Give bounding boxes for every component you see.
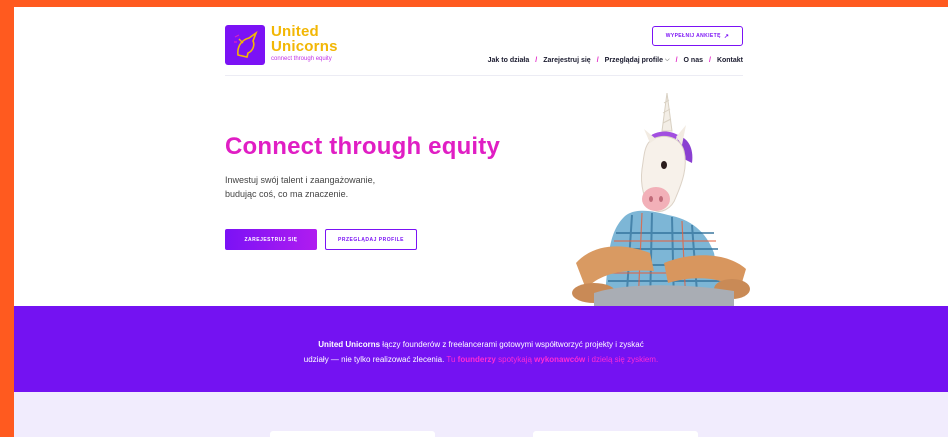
nav-item-register[interactable]: Zarejestruj się [543,57,590,64]
brand-logo[interactable]: United Unicorns connect through equity [271,24,338,62]
intro-highlight-founders: founderzy [457,355,496,364]
register-button[interactable]: ZAREJESTRUJ SIĘ [225,229,317,250]
main-nav: Jak to działa / Zarejestruj się / Przegl… [488,57,743,64]
nav-separator: / [675,57,678,64]
external-link-icon: ↗ [723,33,730,40]
landing-page: United Unicorns connect through equity W… [14,7,948,437]
site-header: United Unicorns connect through equity W… [225,24,743,76]
intro-highlight-part: Tu [446,355,458,364]
feature-card[interactable] [533,431,698,437]
intro-highlight-part: i dzielą się zyskiem. [585,355,659,364]
nav-item-browse-profiles[interactable]: Przeglądaj profile [605,57,663,64]
nav-item-about[interactable]: O nas [684,57,703,64]
fill-survey-label: WYPEŁNIJ ANKIETĘ [665,33,721,39]
hero-subtitle-line1: Inwestuj swój talent i zaangażowanie, [225,175,376,185]
intro-highlight: Tu founderzy spotykają wykonawców i dzie… [446,355,658,364]
intro-text-line1: łączy founderów z freelancerami gotowymi… [380,340,644,349]
intro-highlight-contractors: wykonawców [534,355,586,364]
brand-tagline: connect through equity [271,56,332,62]
intro-text-line2: udziały — nie tylko realizować zlecenia. [303,355,447,364]
unicorn-logo-icon[interactable] [225,25,265,65]
intro-band-text: United Unicorns łączy founderów z freela… [14,337,948,367]
nav-item-contact[interactable]: Kontakt [717,57,743,64]
fill-survey-button[interactable]: WYPEŁNIJ ANKIETĘ ↗ [652,26,743,46]
nav-separator: / [708,57,711,64]
nav-item-how-it-works[interactable]: Jak to działa [488,57,530,64]
nav-separator: / [596,57,599,64]
nav-separator: / [535,57,538,64]
intro-highlight-part: spotykają [495,355,535,364]
hero-title: Connect through equity [225,133,501,160]
unicorn-man-illustration [572,93,750,306]
browse-profiles-button[interactable]: PRZEGLĄDAJ PROFILE [325,229,417,250]
chevron-down-icon[interactable]: ⌵ [665,57,670,64]
hero-subtitle-line2: budując coś, co ma znaczenie. [225,189,349,199]
brand-name-line1: United [271,23,319,40]
feature-card[interactable] [270,431,435,437]
intro-brand-name: United Unicorns [318,340,381,349]
brand-name-line2: Unicorns [271,38,338,55]
hero-subtitle: Inwestuj swój talent i zaangażowanie, bu… [225,173,425,201]
lower-section [14,392,948,437]
